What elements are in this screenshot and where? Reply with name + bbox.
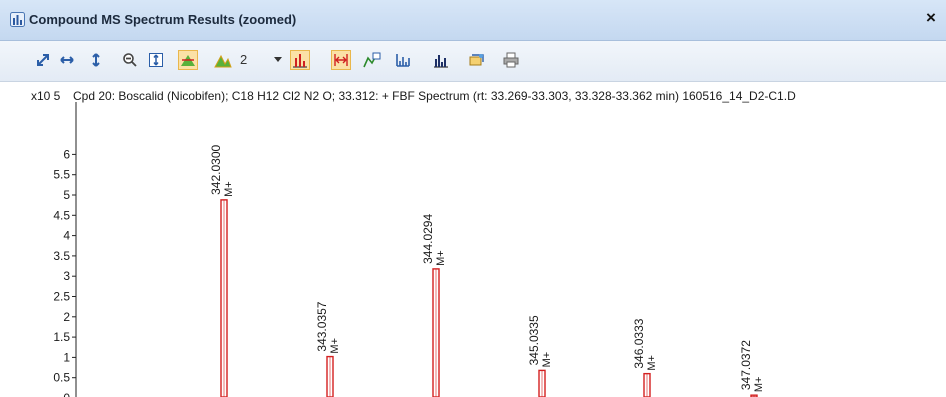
fit-y-icon[interactable]: [146, 50, 166, 70]
overlay-icon[interactable]: [362, 50, 382, 70]
y-tick-label: 0: [63, 391, 70, 397]
y-tick-label: 0.5: [53, 371, 70, 385]
y-tick-label: 5.5: [53, 168, 70, 182]
title-bar: Compound MS Spectrum Results (zoomed) ×: [0, 0, 946, 41]
dropdown-arrow-icon[interactable]: [268, 50, 288, 70]
copy-icon[interactable]: [467, 50, 487, 70]
peak-annotation-label: M+: [541, 352, 553, 368]
y-tick-label: 4.5: [53, 208, 70, 222]
spectrum-chart: 00.511.522.533.544.555.56342.0300M+343.0…: [53, 82, 946, 397]
spectrum-window: Compound MS Spectrum Results (zoomed) ×: [0, 0, 946, 397]
peak-annotation-label: M+: [646, 355, 658, 371]
y-tick-label: 3.5: [53, 249, 70, 263]
range-select-icon[interactable]: [331, 50, 351, 70]
y-tick-label: 5: [63, 188, 70, 202]
peak-mz-label: 343.0357: [315, 301, 329, 351]
isotope-count: 2: [240, 52, 248, 67]
bar-view-icon[interactable]: [290, 50, 310, 70]
normalize-icon[interactable]: [393, 50, 413, 70]
close-button[interactable]: ×: [922, 9, 940, 27]
print-icon[interactable]: [501, 50, 521, 70]
spectrum-plot[interactable]: 00.511.522.533.544.555.56342.0300M+343.0…: [0, 82, 946, 397]
peak-annotation-label: M+: [223, 181, 235, 197]
autoscale-y-icon[interactable]: [86, 50, 106, 70]
y-tick-label: 1: [63, 350, 70, 364]
peak-annotation-label: M+: [753, 377, 765, 393]
peak-annotation-label: M+: [329, 338, 341, 354]
spectrum-window-icon: [10, 12, 25, 27]
peak-mz-label: 342.0300: [209, 144, 223, 194]
plot-background: [76, 82, 946, 397]
autoscale-x-icon[interactable]: [57, 50, 77, 70]
autoscale-xy-icon[interactable]: [33, 50, 53, 70]
peak-mz-label: 346.0333: [632, 318, 646, 368]
y-tick-label: 4: [63, 229, 70, 243]
peak-label-icon[interactable]: [178, 50, 198, 70]
zoom-out-icon[interactable]: [120, 50, 140, 70]
y-tick-label: 3: [63, 269, 70, 283]
y-unit-label: x10 5: [31, 89, 61, 103]
y-tick-label: 2: [63, 310, 70, 324]
toolbar: 2: [0, 41, 946, 82]
window-title: Compound MS Spectrum Results (zoomed): [29, 12, 297, 27]
spectrum-caption: Cpd 20: Boscalid (Nicobifen); C18 H12 Cl…: [73, 89, 796, 103]
peak-mz-label: 347.0372: [739, 340, 753, 390]
y-tick-label: 2.5: [53, 290, 70, 304]
peak-annotation-label: M+: [435, 250, 447, 266]
peak-mz-label: 344.0294: [421, 214, 435, 264]
spectrum-icon[interactable]: [431, 50, 451, 70]
isotope-label-icon[interactable]: [213, 50, 233, 70]
y-tick-label: 1.5: [53, 330, 70, 344]
y-tick-label: 6: [63, 147, 70, 161]
peak-mz-label: 345.0335: [527, 315, 541, 365]
